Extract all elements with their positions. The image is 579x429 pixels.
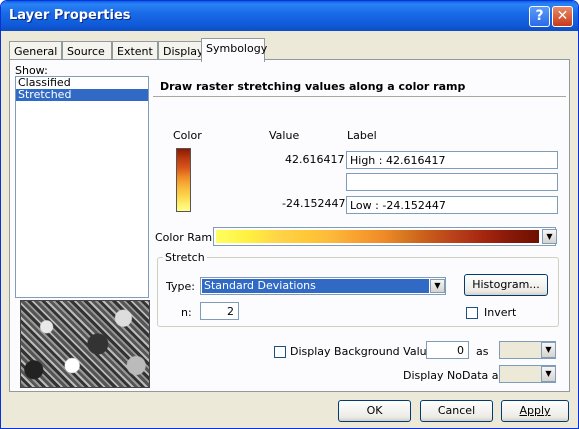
- background-color-dropdown-arrow-icon[interactable]: ▼: [541, 342, 556, 358]
- background-as-label: as: [476, 345, 489, 358]
- n-input[interactable]: 2: [200, 302, 239, 320]
- display-background-label: Display Background Value:: [290, 345, 438, 358]
- stretch-type-select[interactable]: Standard Deviations: [200, 277, 446, 295]
- color-ramp-select[interactable]: [213, 227, 556, 246]
- label-column-header: Label: [347, 129, 377, 142]
- color-column-header: Color: [173, 129, 202, 142]
- histogram-button[interactable]: Histogram...: [464, 274, 548, 296]
- help-button[interactable]: ?: [529, 6, 550, 27]
- stretch-type-dropdown-arrow-icon[interactable]: ▼: [430, 279, 445, 293]
- close-button[interactable]: ✕: [552, 6, 573, 27]
- color-ramp-preview: [216, 230, 539, 243]
- color-ramp-legend-swatch[interactable]: [176, 148, 191, 212]
- list-item-stretched[interactable]: Stretched: [16, 89, 148, 101]
- stretch-group-label: Stretch: [163, 251, 207, 264]
- stretch-type-label: Type:: [166, 280, 195, 293]
- ok-button[interactable]: OK: [338, 400, 411, 422]
- tab-extent[interactable]: Extent: [112, 41, 158, 61]
- tab-symbology[interactable]: Symbology: [201, 38, 267, 62]
- display-background-checkbox[interactable]: [274, 346, 286, 358]
- layer-properties-dialog: Layer Properties ? ✕ General Source Exte…: [0, 0, 579, 429]
- title-bar[interactable]: Layer Properties ? ✕: [1, 1, 578, 31]
- stretch-type-value: Standard Deviations: [202, 279, 429, 293]
- tab-general[interactable]: General: [9, 41, 62, 61]
- invert-label: Invert: [484, 306, 517, 319]
- apply-button[interactable]: Apply: [501, 400, 569, 422]
- renderer-description: Draw raster stretching values along a co…: [153, 77, 566, 97]
- high-label-input[interactable]: High : 42.616417: [346, 151, 558, 169]
- n-label: n:: [181, 306, 192, 319]
- window-title: Layer Properties: [9, 8, 131, 23]
- nodata-label: Display NoData as: [403, 369, 505, 382]
- low-label-input[interactable]: Low : -24.152447: [346, 196, 558, 214]
- value-column-header: Value: [269, 129, 300, 142]
- low-value: -24.152447: [282, 197, 346, 210]
- raster-preview-thumbnail: [20, 300, 150, 388]
- nodata-color-dropdown-arrow-icon[interactable]: ▼: [541, 366, 556, 382]
- background-value-input[interactable]: 0: [426, 341, 469, 359]
- middle-label-input[interactable]: [346, 173, 558, 191]
- tab-source[interactable]: Source: [62, 41, 112, 61]
- high-value: 42.616417: [285, 153, 345, 166]
- show-list[interactable]: Classified Stretched: [15, 76, 149, 298]
- cancel-button[interactable]: Cancel: [420, 400, 493, 422]
- color-ramp-dropdown-arrow-icon[interactable]: ▼: [542, 229, 557, 244]
- invert-checkbox[interactable]: [466, 307, 478, 319]
